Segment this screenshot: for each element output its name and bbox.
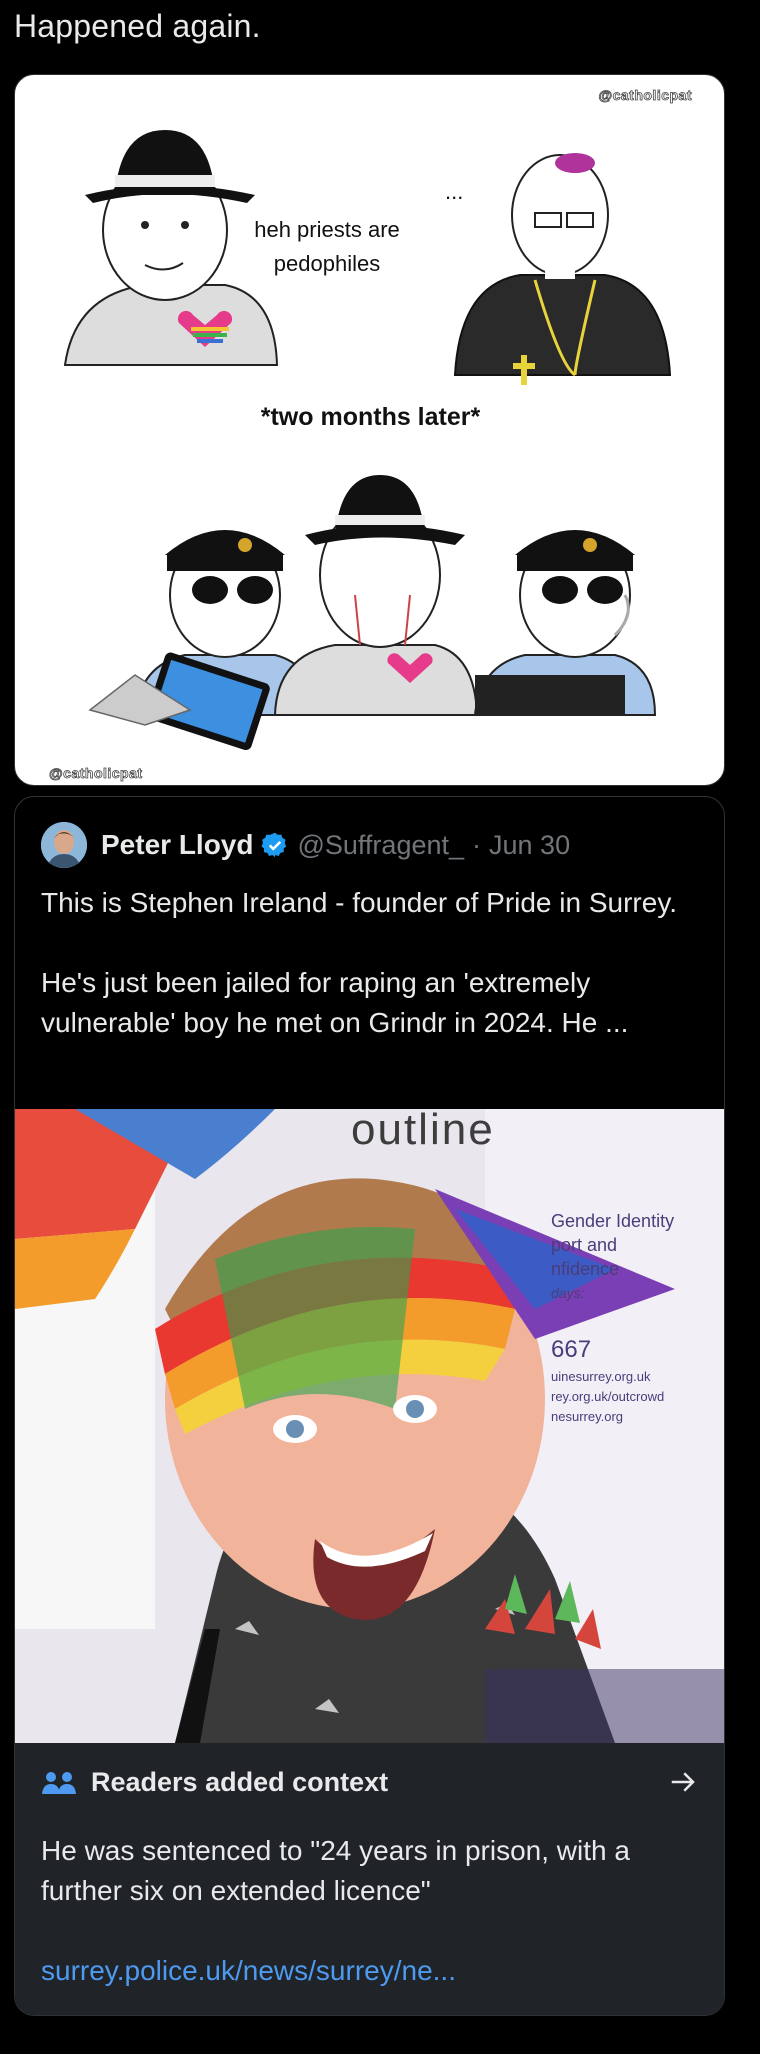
banner-url-2: rey.org.uk/outcrowd	[551, 1389, 665, 1404]
police-scene	[88, 475, 657, 751]
avatar-image	[41, 822, 87, 868]
context-source-link[interactable]: surrey.police.uk/news/surrey/ne...	[41, 1955, 456, 1987]
watermark-top: @catholicpat	[598, 87, 692, 104]
author-name[interactable]: Peter Lloyd	[101, 829, 253, 861]
banner-line-3: nfidence	[551, 1259, 620, 1279]
context-text: He was sentenced to "24 years in prison,…	[41, 1835, 630, 1906]
meme-image[interactable]: @catholicpat heh priests are pedophiles …	[14, 74, 725, 786]
banner-url-3: nesurrey.org	[551, 1409, 624, 1424]
context-title: Readers added context	[91, 1767, 389, 1797]
meme-caption: *two months later*	[260, 403, 481, 431]
banner-line-2: port and	[551, 1235, 618, 1255]
post-text: Happened again.	[14, 8, 261, 44]
people-icon	[42, 1771, 76, 1794]
meme-speech-text: heh priests are pedophiles	[254, 217, 400, 276]
verified-badge-icon	[261, 832, 287, 858]
quoted-tweet-card[interactable]: Peter Lloyd @Suffragent_ · Jun 30 This i…	[14, 796, 725, 2016]
tweet-date[interactable]: Jun 30	[489, 830, 570, 861]
quoted-tweet-text: This is Stephen Ireland - founder of Pri…	[41, 883, 701, 1043]
quoted-paragraph-1: This is Stephen Ireland - founder of Pri…	[41, 887, 678, 918]
readers-context-panel[interactable]: Readers added context He was sentenced t…	[15, 1743, 724, 2015]
banner-url-1: uinesurrey.org.uk	[551, 1369, 651, 1384]
separator-dot: ·	[472, 829, 482, 860]
banner-logo: outline	[351, 1109, 495, 1154]
context-header: Readers added context	[41, 1767, 388, 1798]
arrow-right-icon[interactable]	[668, 1767, 698, 1797]
priest-figure	[453, 153, 672, 385]
banner-line-4: days:	[551, 1285, 585, 1301]
avatar[interactable]	[41, 822, 87, 868]
quoted-tweet-photo[interactable]: outline Gender Identity port and nfidenc…	[15, 1109, 724, 1743]
banner-text: outline Gender Identity port and nfidenc…	[351, 1109, 724, 1427]
meme-reply-dots: ...	[445, 179, 464, 204]
quoted-paragraph-2: He's just been jailed for raping an 'ext…	[41, 967, 629, 1038]
wojak-fedora-figure	[63, 130, 279, 366]
watermark-bottom: @catholicpat	[49, 765, 143, 782]
author-handle[interactable]: @Suffragent_	[297, 830, 464, 861]
banner-line-1: Gender Identity	[551, 1211, 675, 1231]
quoted-tweet-header: Peter Lloyd @Suffragent_ · Jun 30	[41, 821, 570, 869]
banner-phone: 667	[551, 1336, 592, 1363]
